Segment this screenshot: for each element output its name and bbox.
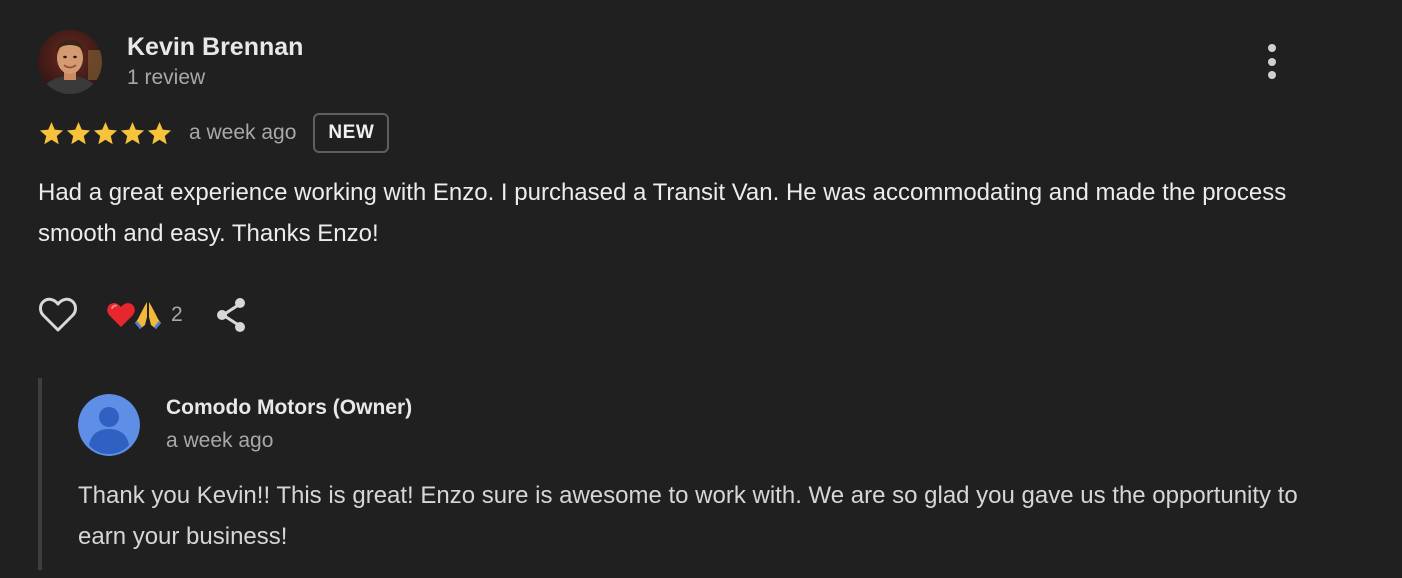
review-actions: 2	[37, 294, 249, 336]
folded-hands-emoji-icon	[135, 302, 161, 329]
share-icon	[216, 298, 245, 332]
share-button[interactable]	[213, 295, 249, 335]
reaction-count: 2	[171, 303, 183, 326]
star-rating	[38, 120, 173, 147]
reviewer-review-count[interactable]: 1 review	[127, 64, 205, 92]
heart-outline-icon	[39, 297, 77, 332]
review-time: a week ago	[189, 121, 297, 144]
owner-name: Comodo Motors (Owner)	[166, 396, 413, 419]
reactions-button[interactable]: 2	[105, 299, 183, 331]
new-badge: NEW	[313, 113, 390, 153]
reviewer-name[interactable]: Kevin Brennan	[127, 31, 303, 63]
review-card: Kevin Brennan 1 review a week ago NEW Ha…	[0, 0, 1402, 578]
owner-avatar[interactable]	[78, 394, 140, 456]
star-icon	[120, 121, 145, 144]
default-person-icon	[78, 394, 140, 456]
star-icon	[66, 121, 91, 144]
reviewer-avatar[interactable]	[38, 30, 102, 94]
more-options-button[interactable]	[1254, 40, 1290, 84]
owner-reply-time: a week ago	[166, 429, 274, 452]
more-vertical-icon	[1268, 44, 1276, 79]
owner-reply: Comodo Motors (Owner) a week ago Thank y…	[38, 378, 1342, 570]
star-icon	[93, 121, 118, 144]
star-icon	[147, 121, 172, 144]
review-text: Had a great experience working with Enzo…	[38, 179, 1287, 247]
owner-reply-text: Thank you Kevin!! This is great! Enzo su…	[78, 482, 1298, 550]
rating-row: a week ago NEW	[38, 112, 390, 154]
star-icon	[39, 121, 64, 144]
like-button[interactable]	[37, 294, 79, 336]
